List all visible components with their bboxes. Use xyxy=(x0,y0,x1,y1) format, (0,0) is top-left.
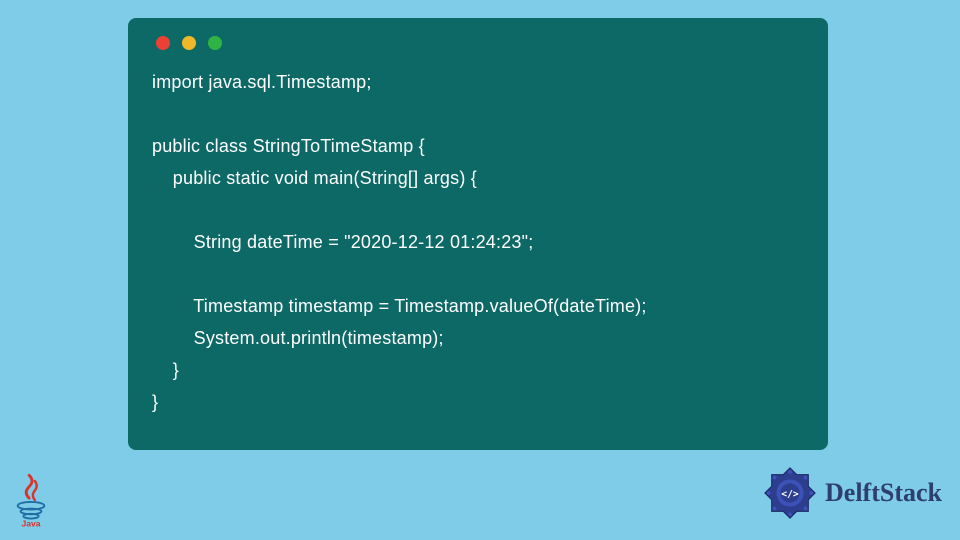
code-line: } xyxy=(152,360,179,380)
code-line: public class StringToTimeStamp { xyxy=(152,136,425,156)
svg-text:</>: </> xyxy=(781,489,799,500)
window-controls xyxy=(152,36,804,50)
code-window: import java.sql.Timestamp; public class … xyxy=(128,18,828,450)
code-line: public static void main(String[] args) { xyxy=(152,168,477,188)
maximize-icon[interactable] xyxy=(208,36,222,50)
delftstack-logo: </> DelftStack xyxy=(761,464,942,522)
delftstack-icon: </> xyxy=(761,464,819,522)
code-line: String dateTime = "2020-12-12 01:24:23"; xyxy=(152,232,533,252)
code-line: import java.sql.Timestamp; xyxy=(152,72,372,92)
java-logo-icon: Java xyxy=(12,470,50,530)
code-line: System.out.println(timestamp); xyxy=(152,328,444,348)
minimize-icon[interactable] xyxy=(182,36,196,50)
svg-text:Java: Java xyxy=(21,519,40,529)
code-block: import java.sql.Timestamp; public class … xyxy=(152,66,804,418)
delftstack-text: DelftStack xyxy=(825,478,942,508)
close-icon[interactable] xyxy=(156,36,170,50)
code-line: Timestamp timestamp = Timestamp.valueOf(… xyxy=(152,296,647,316)
code-line: } xyxy=(152,392,158,412)
